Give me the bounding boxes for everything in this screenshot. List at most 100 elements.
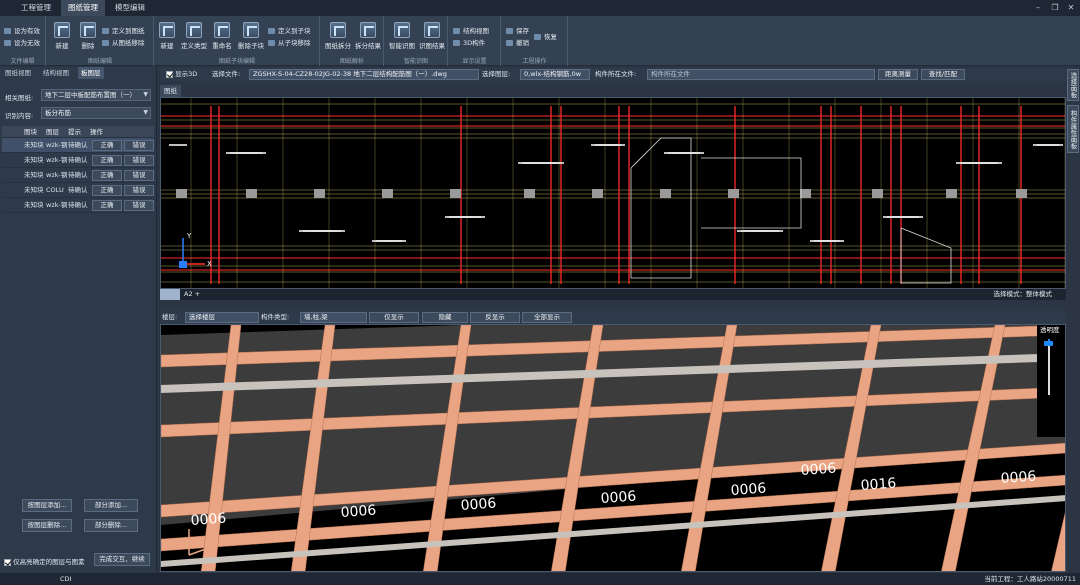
comp-file-field[interactable]: 构件所在文件 bbox=[647, 69, 875, 80]
wrong-button[interactable]: 错误 bbox=[124, 200, 154, 211]
dimension-label: 0006 bbox=[730, 481, 767, 499]
define-to-sub-button[interactable]: 定义到子块 bbox=[268, 26, 311, 36]
finish-interaction-button[interactable]: 完成交互、继续 bbox=[94, 553, 150, 566]
split-drawing-button[interactable]: 图纸拆分 bbox=[323, 22, 353, 50]
close-icon[interactable]: ✕ bbox=[1065, 2, 1077, 14]
remove-from-sub-button[interactable]: 从子块移除 bbox=[268, 38, 311, 48]
show-only-button[interactable]: 仅显示 bbox=[369, 312, 419, 323]
col-block: 图块 bbox=[24, 128, 37, 136]
select-file-field[interactable]: ZGSHX-S-04-CZ28-02JG-02-38 地下二层结构配筋图（一）.… bbox=[249, 69, 479, 80]
group-label: 文件编辑 bbox=[10, 58, 35, 65]
cad-canvas[interactable]: YX bbox=[161, 98, 1066, 289]
cad-outline bbox=[630, 137, 692, 279]
tab-comp-props-panel[interactable]: 构件属性面板 bbox=[1067, 105, 1079, 153]
define-to-drawing-button[interactable]: 定义到图纸 bbox=[102, 26, 145, 36]
group-label: 显示设置 bbox=[462, 58, 487, 65]
menu-tab-project[interactable]: 工程管理 bbox=[14, 0, 58, 16]
comp-type-select[interactable]: 墙,柱,梁 bbox=[300, 312, 367, 323]
group-label: 图纸解析 bbox=[339, 58, 364, 65]
show-all-button[interactable]: 全部显示 bbox=[522, 312, 572, 323]
related-drawing-select[interactable]: 地下二层中板配筋布置图（一） ▼ bbox=[41, 89, 151, 101]
transparency-slider[interactable] bbox=[1044, 340, 1053, 346]
table-row[interactable]: 未知块 wzk-钢 待确认 正确 错误 bbox=[2, 168, 154, 183]
rename-button[interactable]: 重命名 bbox=[209, 22, 235, 50]
smart-recognize-icon bbox=[394, 22, 410, 38]
recognize-content-select[interactable]: 板分布筋 ▼ bbox=[41, 107, 151, 119]
restore-icon[interactable]: ❐ bbox=[1049, 2, 1061, 14]
tab-select-panel[interactable]: 选择面板 bbox=[1067, 69, 1079, 101]
table-row[interactable]: 未知块 wzk-钢 待确认 正确 错误 bbox=[2, 153, 154, 168]
checkbox-icon[interactable] bbox=[4, 558, 11, 566]
wrong-button[interactable]: 错误 bbox=[124, 185, 154, 196]
tab-drawing-view[interactable]: 图纸视图 bbox=[2, 67, 34, 79]
set-valid-button[interactable]: 设为有效 bbox=[4, 26, 40, 36]
smart-recognize-button[interactable]: 智能识图 bbox=[387, 22, 417, 50]
partial-add-button[interactable]: 部分添加... bbox=[84, 499, 138, 512]
recognize-result-button[interactable]: 识图结果 bbox=[417, 22, 447, 50]
wrong-button[interactable]: 错误 bbox=[124, 140, 154, 151]
menu-tab-model-edit[interactable]: 模型编辑 bbox=[108, 0, 152, 16]
cad-column bbox=[246, 189, 257, 198]
correct-button[interactable]: 正确 bbox=[92, 140, 122, 151]
cad-column bbox=[728, 189, 739, 198]
only-highlight-option[interactable]: 仅高亮确定的图层与图素 bbox=[4, 556, 85, 566]
cell-block: 未知块 bbox=[24, 141, 44, 149]
new-sub-button[interactable]: 新建 bbox=[154, 22, 180, 50]
cad-annotation bbox=[518, 162, 548, 164]
cad-annotation bbox=[226, 152, 250, 154]
tab-slab-layer[interactable]: 板图层 bbox=[78, 67, 104, 79]
menu-tab-drawing[interactable]: 图纸管理 bbox=[61, 0, 105, 16]
wrong-button[interactable]: 错误 bbox=[124, 170, 154, 181]
undo-button[interactable]: 撤销 bbox=[506, 38, 529, 48]
view3d-canvas[interactable]: 0006 0006 0006 0006 0006 0006 0016 0006 透明度 bbox=[160, 324, 1066, 572]
cad-column bbox=[1016, 189, 1027, 198]
correct-button[interactable]: 正确 bbox=[92, 155, 122, 166]
reverse-show-button[interactable]: 反显示 bbox=[470, 312, 520, 323]
ucs-origin bbox=[179, 261, 187, 268]
cad-column bbox=[382, 189, 393, 198]
view3d-scene[interactable]: 0006 0006 0006 0006 0006 0006 0016 0006 bbox=[161, 325, 1066, 572]
new-drawing-button[interactable]: 新建 bbox=[49, 22, 75, 50]
dimension-label: 0016 bbox=[860, 476, 897, 494]
model-tab[interactable] bbox=[160, 289, 180, 300]
show3d-option[interactable]: 显示3D bbox=[166, 68, 197, 81]
correct-button[interactable]: 正确 bbox=[92, 170, 122, 181]
define-type-button[interactable]: 定义类型 bbox=[179, 22, 209, 50]
minimize-icon[interactable]: – bbox=[1032, 2, 1044, 14]
group-label: 工程操作 bbox=[522, 58, 547, 65]
wrong-button[interactable]: 错误 bbox=[124, 155, 154, 166]
select-mode-text: 选择模式：整体模式 bbox=[993, 290, 1053, 298]
tab-drawing[interactable]: 图纸 bbox=[160, 85, 181, 97]
partial-delete-button[interactable]: 部分删除... bbox=[84, 519, 138, 532]
add-by-layer-button[interactable]: 按图层添加... bbox=[22, 499, 72, 512]
correct-button[interactable]: 正确 bbox=[92, 200, 122, 211]
recognize-result-icon bbox=[424, 22, 440, 38]
distance-measure-button[interactable]: 距离测量 bbox=[878, 69, 918, 80]
rename-icon bbox=[214, 22, 230, 38]
select-layer-field[interactable]: 0,wlx-结构钢筋,0w bbox=[520, 69, 590, 80]
remove-from-drawing-button[interactable]: 从图纸移除 bbox=[102, 38, 145, 48]
delete-by-layer-button[interactable]: 按图层删除... bbox=[22, 519, 72, 532]
set-invalid-button[interactable]: 设为无效 bbox=[4, 38, 40, 48]
layout-tab[interactable]: A2 + bbox=[184, 289, 200, 300]
split-result-button[interactable]: 拆分结果 bbox=[353, 22, 383, 50]
struct-view-button[interactable]: 结构视图 bbox=[453, 26, 489, 36]
status-left-text: CDI bbox=[60, 575, 72, 583]
cad-column bbox=[176, 189, 187, 198]
table-row[interactable]: 未知块 wzk-钢 待确认 正确 错误 bbox=[2, 198, 154, 213]
checkbox-icon[interactable] bbox=[166, 70, 173, 78]
table-row[interactable]: 未知块 wzk-钢 待确认 正确 错误 bbox=[2, 138, 154, 153]
floor-select[interactable]: 选择楼层 bbox=[185, 312, 259, 323]
tab-structure-view[interactable]: 结构视图 bbox=[40, 67, 72, 79]
left-panel: 图纸视图 结构视图 板图层 相关图纸: 地下二层中板配筋布置图（一） ▼ 识别内容… bbox=[0, 67, 157, 572]
hide-button[interactable]: 隐藏 bbox=[422, 312, 468, 323]
cad-drawing-view[interactable]: YX bbox=[160, 97, 1066, 289]
redo-button[interactable]: 恢复 bbox=[534, 32, 557, 42]
comp-3d-button[interactable]: 3D构件 bbox=[453, 38, 485, 48]
correct-button[interactable]: 正确 bbox=[92, 185, 122, 196]
delete-sub-button[interactable]: 删除子块 bbox=[236, 22, 266, 50]
find-match-button[interactable]: 查找/匹配 bbox=[921, 69, 965, 80]
delete-drawing-button[interactable]: 删除 bbox=[75, 22, 101, 50]
save-button[interactable]: 保存 bbox=[506, 26, 529, 36]
table-row[interactable]: 未知块 COLU 待确认 正确 错误 bbox=[2, 183, 154, 198]
